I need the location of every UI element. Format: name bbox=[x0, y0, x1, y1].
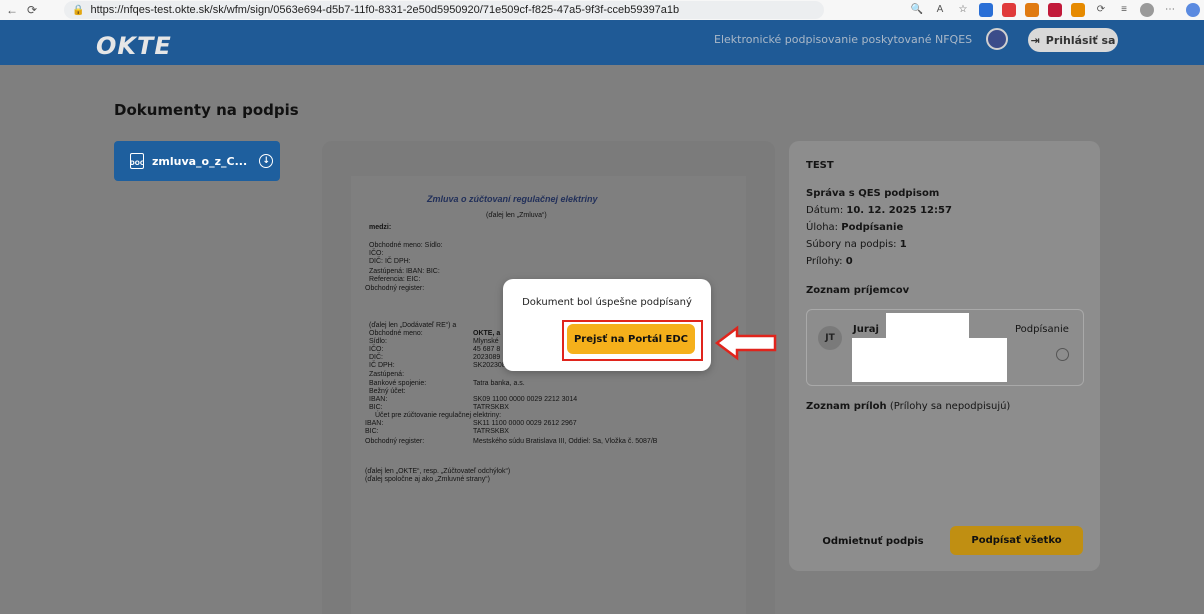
lock-icon: 🔒 bbox=[72, 4, 85, 16]
back-icon[interactable]: ← bbox=[4, 3, 20, 17]
document-value: Mestského súdu Bratislava III, Oddiel: S… bbox=[473, 438, 658, 445]
date-row: Dátum: 10. 12. 2025 12:57 bbox=[806, 205, 952, 216]
document-value: SK09 1100 0000 0029 2212 3014 bbox=[473, 396, 578, 403]
attachments-note: (Prílohy sa nepodpisujú) bbox=[889, 401, 1011, 412]
document-page: Zmluva o zúčtovaní regulačnej elektriny … bbox=[351, 176, 746, 614]
files-row: Súbory na podpis: 1 bbox=[806, 239, 907, 250]
refresh-extension-icon[interactable]: ⟳ bbox=[1094, 3, 1108, 17]
files-value: 1 bbox=[899, 239, 907, 250]
document-value: OKTE, a bbox=[473, 330, 501, 337]
document-title: Zmluva o zúčtovaní regulačnej elektriny bbox=[427, 194, 598, 204]
extension-icon[interactable] bbox=[1002, 3, 1016, 17]
url-text: https://nfqes-test.okte.sk/sk/wfm/sign/0… bbox=[90, 4, 680, 16]
document-value: SK11 1100 0000 0029 2612 2967 bbox=[473, 420, 577, 427]
browser-toolbar: ← ⟳ 🔒 https://nfqes-test.okte.sk/sk/wfm/… bbox=[0, 0, 1204, 20]
recipients-heading: Zoznam príjemcov bbox=[806, 285, 910, 296]
document-line: BIC: bbox=[365, 428, 379, 435]
files-label: Súbory na podpis: bbox=[806, 239, 897, 250]
address-bar[interactable]: 🔒 https://nfqes-test.okte.sk/sk/wfm/sign… bbox=[64, 1, 824, 19]
zoom-icon[interactable]: 🔍 bbox=[910, 3, 924, 17]
redaction-block bbox=[852, 338, 1007, 382]
header-tagline: Elektronické podpisovanie poskytované NF… bbox=[714, 33, 973, 46]
profile-icon[interactable] bbox=[1140, 3, 1154, 17]
document-line: (ďalej spoločne aj ako „Zmluvné strany“) bbox=[365, 476, 490, 483]
document-value: 2023089 bbox=[473, 354, 501, 361]
recipient-select-radio[interactable] bbox=[1056, 348, 1069, 361]
attachments-value: 0 bbox=[845, 256, 853, 267]
recipient-status: Podpísanie bbox=[1015, 324, 1069, 335]
recipient-name: Juraj bbox=[853, 324, 879, 335]
date-label: Dátum: bbox=[806, 205, 844, 216]
extension-icon[interactable] bbox=[1048, 3, 1062, 17]
language-flag-icon[interactable] bbox=[986, 28, 1008, 50]
document-line: Obchodné meno: bbox=[369, 330, 423, 337]
document-line: Zastúpená: IBAN: BIC: bbox=[369, 268, 440, 275]
go-to-edc-portal-button[interactable]: Prejsť na Portál EDC bbox=[567, 324, 695, 354]
document-line: BIC: bbox=[369, 404, 383, 411]
attachments-section: Zoznam príloh (Prílohy sa nepodpisujú) bbox=[806, 401, 1010, 412]
document-line: medzi: bbox=[369, 224, 392, 231]
document-line: Zastúpená: bbox=[369, 371, 405, 378]
document-value: 45 687 8 bbox=[473, 346, 501, 353]
document-file-icon: DOC bbox=[130, 153, 144, 169]
login-button[interactable]: ⇥ Prihlásiť sa bbox=[1028, 28, 1118, 52]
document-value: TATRSKBX bbox=[473, 404, 509, 411]
document-line: (ďalej len „OKTE“, resp. „Zúčtovateľ odc… bbox=[365, 468, 511, 475]
sign-all-button[interactable]: Podpísať všetko bbox=[950, 526, 1083, 555]
document-line: IČ DPH: bbox=[369, 362, 395, 369]
attachments-label: Prílohy: bbox=[806, 256, 843, 267]
browser-extensions: 🔍 A ☆ ⟳ ≡ ⋯ bbox=[910, 1, 1200, 19]
document-line: IBAN: bbox=[369, 396, 388, 403]
message-title: Správa s QES podpisom bbox=[806, 188, 940, 199]
document-line: Obchodný register: bbox=[365, 285, 425, 292]
document-line: DIČ: IČ DPH: bbox=[369, 258, 411, 265]
okte-logo[interactable]: OKTE bbox=[96, 32, 172, 60]
reject-signature-button[interactable]: Odmietnuť podpis bbox=[806, 527, 940, 555]
document-line: DIČ: bbox=[369, 354, 383, 361]
document-line: Obchodné meno: Sídlo: bbox=[369, 242, 443, 249]
document-line: Referencia: EIC: bbox=[369, 276, 421, 283]
success-message: Dokument bol úspešne podpísaný bbox=[522, 297, 692, 308]
document-line: (ďalej len „Dodávateľ RE“) a bbox=[369, 322, 457, 329]
document-line: Účet pre zúčtovanie regulačnej elektriny… bbox=[375, 412, 502, 419]
more-menu-icon[interactable]: ⋯ bbox=[1163, 3, 1177, 17]
page-title: Dokumenty na podpis bbox=[114, 101, 299, 119]
redaction-block bbox=[886, 313, 969, 338]
document-line: IČO: bbox=[369, 346, 384, 353]
document-file-button[interactable]: DOC zmluva_o_z_C... ↓ bbox=[114, 141, 280, 181]
file-name: zmluva_o_z_C... bbox=[152, 154, 248, 168]
document-value: Tatra banka, a.s. bbox=[473, 380, 525, 387]
favorite-star-icon[interactable]: ☆ bbox=[956, 3, 970, 17]
refresh-icon[interactable]: ⟳ bbox=[24, 3, 40, 17]
extension-icon[interactable] bbox=[1071, 3, 1085, 17]
document-line: Obchodný register: bbox=[365, 438, 425, 445]
document-value: TATRSKBX bbox=[473, 428, 509, 435]
task-label: Úloha: bbox=[806, 222, 839, 233]
task-value: Podpísanie bbox=[841, 222, 904, 233]
document-subtitle: (ďalej len „Zmluva“) bbox=[486, 212, 547, 219]
copilot-icon[interactable] bbox=[1186, 3, 1200, 17]
document-line: Sídlo: bbox=[369, 338, 387, 345]
date-value: 10. 12. 2025 12:57 bbox=[846, 205, 952, 216]
login-icon: ⇥ bbox=[1030, 33, 1040, 47]
extension-icon[interactable] bbox=[1025, 3, 1039, 17]
document-line: IBAN: bbox=[365, 420, 384, 427]
read-aloud-icon[interactable]: A bbox=[933, 3, 947, 17]
app-header: OKTE Elektronické podpisovanie poskytova… bbox=[0, 20, 1204, 65]
download-icon[interactable]: ↓ bbox=[259, 154, 274, 168]
annotation-arrow-icon bbox=[715, 325, 777, 361]
attachments-heading: Zoznam príloh bbox=[806, 401, 887, 412]
extension-icon[interactable] bbox=[979, 3, 993, 17]
details-heading: TEST bbox=[806, 160, 834, 171]
document-value: Mlynské bbox=[473, 338, 499, 345]
collections-icon[interactable]: ≡ bbox=[1117, 3, 1131, 17]
document-line: Bankové spojenie: bbox=[369, 380, 427, 387]
document-line: IČO: bbox=[369, 250, 384, 257]
attachments-row: Prílohy: 0 bbox=[806, 256, 853, 267]
document-line: Bežný účet: bbox=[369, 388, 406, 395]
login-label: Prihlásiť sa bbox=[1045, 33, 1116, 47]
task-row: Úloha: Podpísanie bbox=[806, 222, 903, 233]
recipient-avatar: JT bbox=[818, 326, 842, 350]
